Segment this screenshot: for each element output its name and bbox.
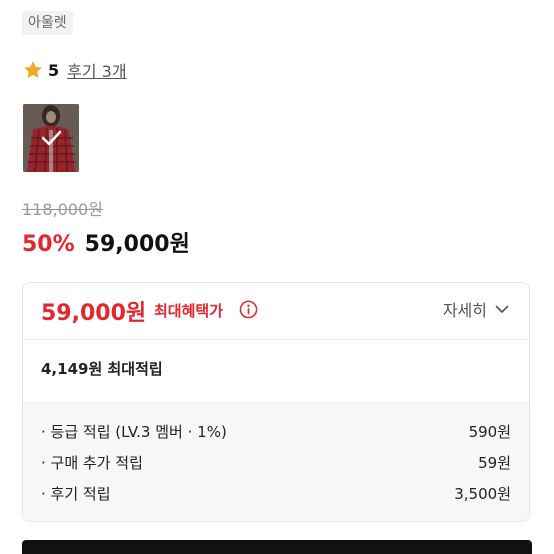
info-icon[interactable] xyxy=(239,300,258,319)
bottom-action-bar[interactable] xyxy=(22,540,532,554)
accrual-row-label: · 등급 적립 (LV.3 멤버 · 1%) xyxy=(41,423,227,441)
detail-label: 자세히 xyxy=(442,301,487,320)
accrual-row: · 후기 적립 3,500원 xyxy=(41,483,511,504)
review-count-link[interactable]: 후기 3개 xyxy=(67,58,126,82)
accrual-row-value: 590원 xyxy=(468,423,511,441)
price-row: 50% 59,000원 xyxy=(22,226,190,258)
chevron-down-icon xyxy=(495,305,509,313)
max-accrual-title: 4,149원 최대적립 xyxy=(41,360,163,378)
accrual-row-label: · 후기 적립 xyxy=(41,485,111,503)
accrual-row: · 등급 적립 (LV.3 멤버 · 1%) 590원 xyxy=(41,421,511,442)
rating-score: 5 xyxy=(48,60,60,80)
max-benefit-label: 최대혜택가 xyxy=(154,302,224,320)
product-image xyxy=(23,104,79,172)
benefit-box: 59,000원 최대혜택가 자세히 4,149원 최대적립 · 등급 적립 (L… xyxy=(22,282,530,522)
star-icon xyxy=(24,61,42,78)
rating-row: 5 후기 3개 xyxy=(22,58,127,82)
accrual-row-value: 3,500원 xyxy=(454,485,511,503)
divider xyxy=(23,339,529,340)
product-thumbnail[interactable] xyxy=(23,104,79,172)
original-price: 118,000원 xyxy=(22,200,103,219)
sale-price: 59,000원 xyxy=(84,232,190,257)
accrual-row-label: · 구매 추가 적립 xyxy=(41,454,143,472)
outlet-tag: 아울렛 xyxy=(22,11,73,35)
max-benefit-price: 59,000원 xyxy=(41,301,147,326)
accrual-row-value: 59원 xyxy=(478,454,511,472)
benefit-header[interactable]: 59,000원 최대혜택가 자세히 xyxy=(23,283,529,337)
detail-toggle-button[interactable]: 자세히 xyxy=(443,297,509,321)
discount-rate: 50% xyxy=(22,232,75,257)
accrual-row: · 구매 추가 적립 59원 xyxy=(41,452,511,473)
